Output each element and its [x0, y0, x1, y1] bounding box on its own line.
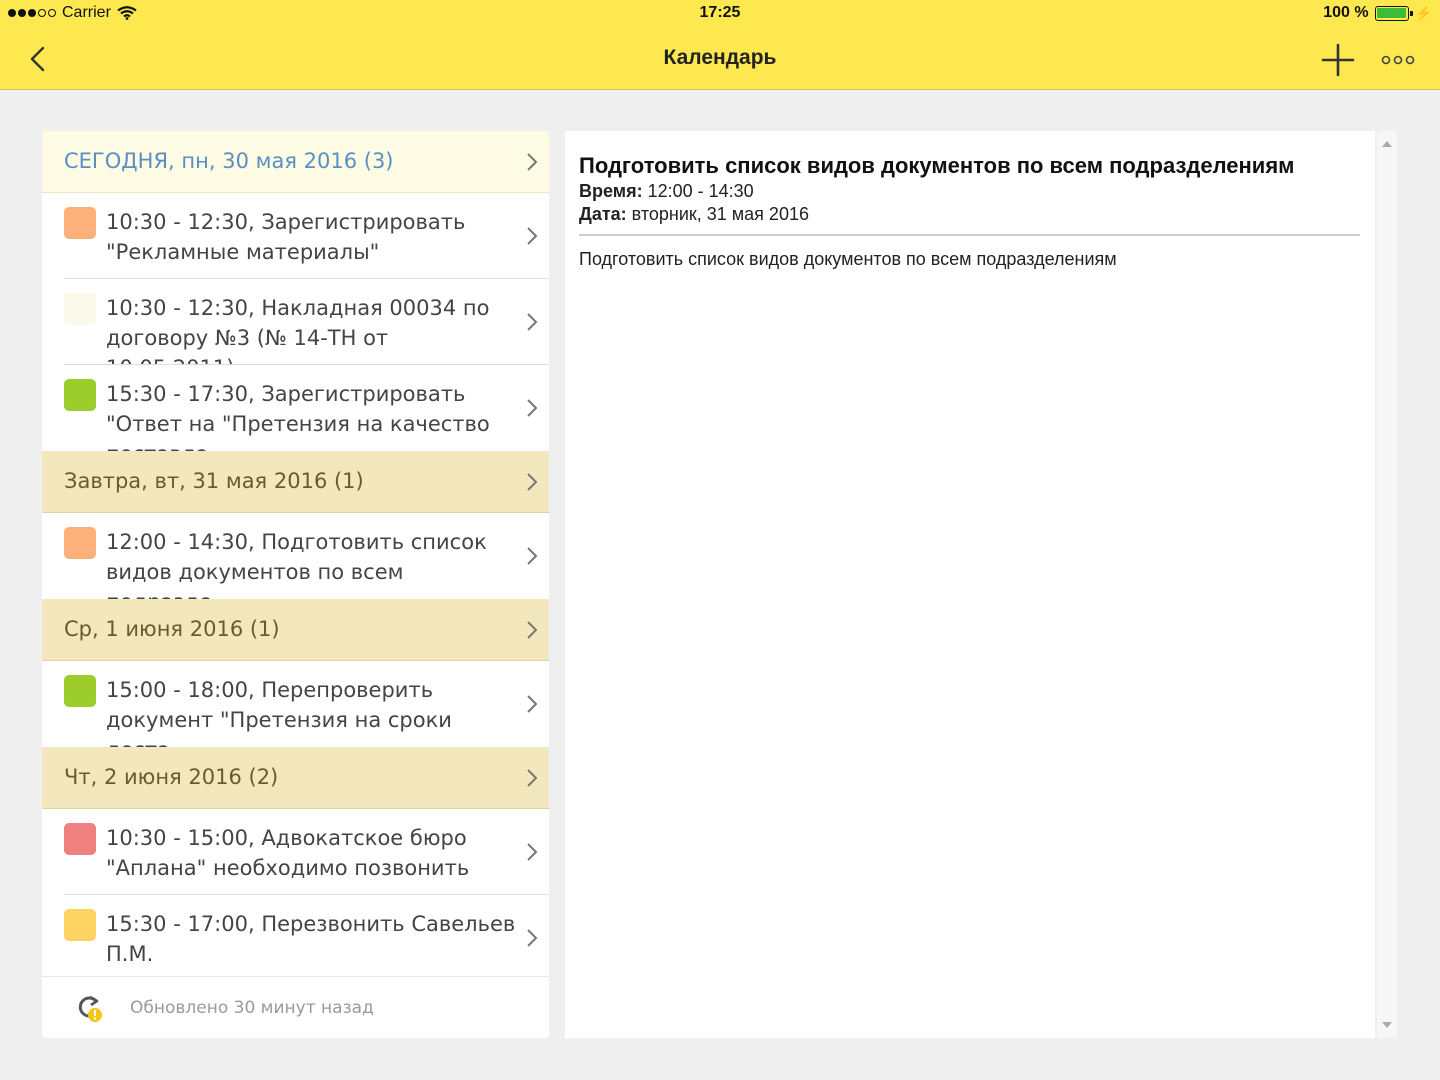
event-label: 10:30 - 12:30, Зарегистрировать "Рекламн… — [106, 210, 466, 264]
status-time: 17:25 — [699, 4, 741, 21]
date-value: вторник, 31 мая 2016 — [631, 204, 809, 224]
chevron-right-icon — [527, 929, 538, 947]
event-row[interactable]: 15:00 - 18:00, Перепроверить документ "П… — [42, 661, 549, 762]
event-title: Подготовить список видов документов по в… — [579, 153, 1295, 178]
add-plus-icon[interactable] — [1320, 42, 1356, 78]
event-label: 10:30 - 15:00, Адвокатское бюро "Аплана"… — [106, 826, 470, 880]
event-row[interactable]: 12:00 - 14:30, Подготовить список видов … — [42, 513, 549, 614]
day-header-label: Завтра, вт, 31 мая 2016 (1) — [64, 469, 364, 493]
chevron-right-icon — [527, 313, 538, 331]
event-time: Время: 12:00 - 14:30 — [579, 181, 754, 202]
chevron-right-icon — [527, 695, 538, 713]
event-row[interactable]: 15:30 - 17:00, Перезвонить Савельев П.М. — [42, 895, 549, 981]
time-value: 12:00 - 14:30 — [647, 181, 754, 201]
calendar-list: СЕГОДНЯ, пн, 30 мая 2016 (3) 10:30 - 12:… — [42, 131, 549, 1038]
event-row[interactable]: 10:30 - 12:30, Накладная 00034 по догово… — [42, 279, 549, 380]
event-color-swatch — [64, 675, 96, 707]
charging-icon: ⚡ — [1414, 4, 1432, 21]
day-header[interactable]: Ср, 1 июня 2016 (1) — [42, 599, 549, 661]
chevron-right-icon — [527, 621, 538, 639]
day-header-today[interactable]: СЕГОДНЯ, пн, 30 мая 2016 (3) — [42, 131, 549, 193]
chevron-right-icon — [527, 843, 538, 861]
event-color-swatch — [64, 293, 96, 325]
event-description: Подготовить список видов документов по в… — [579, 249, 1117, 269]
day-header-label: Чт, 2 июня 2016 (2) — [64, 765, 279, 789]
divider — [579, 234, 1360, 236]
scroll-down-arrow-icon[interactable] — [1382, 1022, 1392, 1028]
event-row[interactable]: 15:30 - 17:30, Зарегистрировать "Ответ н… — [42, 365, 549, 466]
updated-status: Обновлено 30 минут назад — [130, 998, 374, 1018]
scroll-up-arrow-icon[interactable] — [1382, 141, 1392, 147]
battery-icon — [1374, 5, 1413, 21]
chevron-right-icon — [527, 769, 538, 787]
back-chevron-icon[interactable] — [26, 44, 50, 74]
day-header[interactable]: Чт, 2 июня 2016 (2) — [42, 747, 549, 809]
day-header-label: Ср, 1 июня 2016 (1) — [64, 617, 280, 641]
chevron-right-icon — [527, 473, 538, 491]
event-color-swatch — [64, 207, 96, 239]
chevron-right-icon — [527, 153, 538, 171]
more-ellipsis-icon[interactable] — [1378, 50, 1418, 70]
date-label: Дата: — [579, 204, 627, 224]
top-bar: Carrier 17:25 100 % ⚡ Календарь — [0, 0, 1440, 90]
page-title: Календарь — [663, 46, 777, 69]
event-row[interactable]: 10:30 - 12:30, Зарегистрировать "Рекламн… — [42, 193, 549, 279]
event-detail-panel: Подготовить список видов документов по в… — [565, 131, 1375, 1038]
battery-percent: 100 % — [1323, 4, 1369, 21]
chevron-right-icon — [527, 227, 538, 245]
event-color-swatch — [64, 527, 96, 559]
list-footer: Обновлено 30 минут назад — [42, 976, 549, 1038]
event-label: 15:30 - 17:00, Перезвонить Савельев П.М. — [106, 912, 516, 966]
refresh-warning-icon[interactable] — [74, 993, 104, 1023]
status-bar: Carrier 17:25 100 % ⚡ — [0, 0, 1440, 30]
day-header[interactable]: Завтра, вт, 31 мая 2016 (1) — [42, 451, 549, 513]
event-date: Дата: вторник, 31 мая 2016 — [579, 204, 809, 225]
chevron-right-icon — [527, 547, 538, 565]
event-color-swatch — [64, 379, 96, 411]
event-color-swatch — [64, 909, 96, 941]
scrollbar[interactable] — [1377, 131, 1397, 1038]
chevron-right-icon — [527, 399, 538, 417]
event-color-swatch — [64, 823, 96, 855]
event-row[interactable]: 10:30 - 15:00, Адвокатское бюро "Аплана"… — [42, 809, 549, 895]
time-label: Время: — [579, 181, 643, 201]
day-header-label: СЕГОДНЯ, пн, 30 мая 2016 (3) — [64, 149, 394, 173]
